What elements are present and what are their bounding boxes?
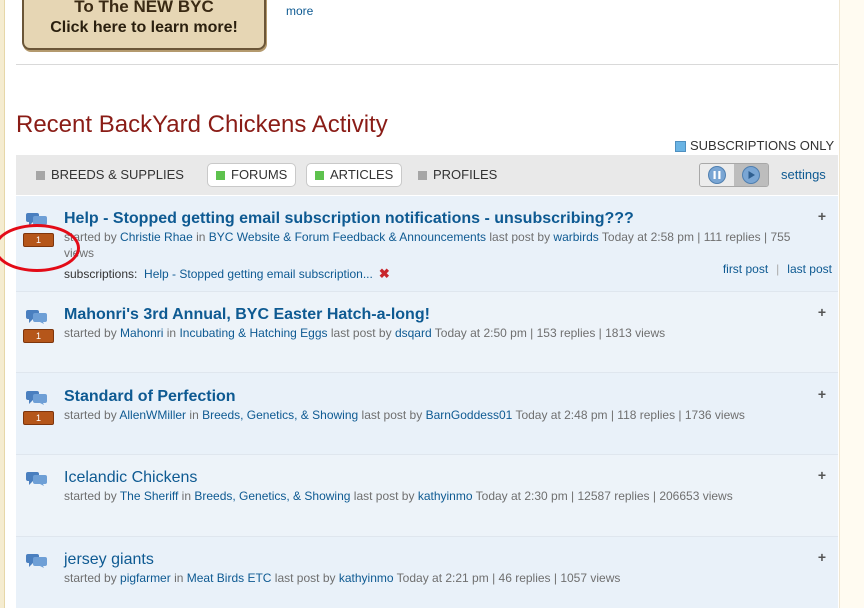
- in-label: in: [189, 408, 199, 422]
- author-link[interactable]: AllenWMiller: [119, 408, 186, 422]
- more-link[interactable]: more: [286, 4, 313, 18]
- divider: [16, 64, 838, 65]
- discussion-icon: [26, 310, 47, 324]
- tab-label: FORUMS: [231, 167, 288, 182]
- expand-icon[interactable]: +: [818, 549, 826, 565]
- last-post-label: last post by: [353, 489, 415, 503]
- last-poster-link[interactable]: kathyinmo: [418, 489, 473, 503]
- settings-link[interactable]: settings: [781, 167, 826, 182]
- page-left-border: [0, 0, 5, 608]
- thread-row: Icelandic Chickens started by The Sherif…: [16, 455, 838, 537]
- page-right-border: [839, 0, 864, 608]
- last-poster-link[interactable]: dsqard: [395, 326, 432, 340]
- thread-title[interactable]: Help - Stopped getting email subscriptio…: [64, 210, 634, 228]
- promo-line-1: To The NEW BYC: [74, 0, 214, 16]
- thread-title[interactable]: jersey giants: [64, 551, 154, 569]
- expand-icon[interactable]: +: [818, 208, 826, 224]
- forum-link[interactable]: Incubating & Hatching Eggs: [179, 326, 327, 340]
- pause-button[interactable]: [700, 164, 734, 186]
- thread-stats: Today at 2:30 pm | 12587 replies | 20665…: [475, 489, 733, 503]
- author-link[interactable]: pigfarmer: [120, 571, 171, 585]
- filter-on-icon: [216, 171, 225, 181]
- started-by-label: started by: [64, 408, 117, 422]
- last-post-label: last post by: [274, 571, 336, 585]
- thread-stats: Today at 2:21 pm | 46 replies | 1057 vie…: [396, 571, 621, 585]
- started-by-label: started by: [64, 489, 117, 503]
- discussion-icon: [26, 554, 47, 568]
- first-post-link[interactable]: first post: [723, 262, 768, 276]
- tab-breeds-supplies[interactable]: BREEDS & SUPPLIES: [36, 164, 184, 186]
- thread-row: 1 Help - Stopped getting email subscript…: [16, 196, 838, 292]
- thread-meta: started by AllenWMiller in Breeds, Genet…: [64, 407, 745, 423]
- last-poster-link[interactable]: kathyinmo: [339, 571, 394, 585]
- last-post-label: last post by: [361, 408, 423, 422]
- started-by-label: started by: [64, 326, 117, 340]
- last-poster-link[interactable]: BarnGoddess01: [426, 408, 513, 422]
- tab-articles[interactable]: ARTICLES: [306, 163, 403, 187]
- forum-link[interactable]: Breeds, Genetics, & Showing: [194, 489, 350, 503]
- forum-link[interactable]: Meat Birds ETC: [187, 571, 272, 585]
- last-post-label: last post by: [489, 230, 551, 244]
- author-link[interactable]: Christie Rhae: [120, 230, 193, 244]
- remove-subscription-icon[interactable]: ✖: [379, 266, 390, 281]
- tab-label: PROFILES: [433, 167, 498, 182]
- subscriptions-only-toggle[interactable]: SUBSCRIPTIONS ONLY: [675, 138, 834, 153]
- discussion-icon: [26, 472, 47, 486]
- thread-row: 1 Standard of Perfection started by Alle…: [16, 373, 838, 455]
- page-title: Recent BackYard Chickens Activity: [16, 111, 388, 138]
- thread-title[interactable]: Icelandic Chickens: [64, 469, 197, 487]
- subscriptions-label: subscriptions:: [64, 267, 138, 281]
- filter-on-icon: [315, 171, 324, 181]
- thread-row: 1 Mahonri's 3rd Annual, BYC Easter Hatch…: [16, 292, 838, 373]
- play-button[interactable]: [734, 164, 768, 186]
- thread-stats: Today at 2:50 pm | 153 replies | 1813 vi…: [434, 326, 666, 340]
- expand-icon[interactable]: +: [818, 304, 826, 320]
- live-feed-controls: [699, 163, 769, 187]
- forum-link[interactable]: Breeds, Genetics, & Showing: [202, 408, 358, 422]
- author-link[interactable]: Mahonri: [120, 326, 163, 340]
- subscription-line: subscriptions: Help - Stopped getting em…: [64, 266, 390, 282]
- subscriptions-only-label: SUBSCRIPTIONS ONLY: [690, 138, 835, 153]
- author-link[interactable]: The Sheriff: [120, 489, 178, 503]
- thread-title[interactable]: Standard of Perfection: [64, 388, 236, 406]
- in-label: in: [181, 489, 191, 503]
- promo-line-2: Click here to learn more!: [50, 19, 238, 36]
- in-label: in: [196, 230, 206, 244]
- last-poster-link[interactable]: warbirds: [553, 230, 598, 244]
- subscription-link[interactable]: Help - Stopped getting email subscriptio…: [144, 267, 373, 281]
- unread-count-badge: 1: [23, 411, 54, 425]
- checkbox-icon: [675, 141, 686, 153]
- thread-title[interactable]: Mahonri's 3rd Annual, BYC Easter Hatch-a…: [64, 306, 430, 324]
- started-by-label: started by: [64, 571, 117, 585]
- play-icon: [742, 166, 760, 184]
- filter-off-icon: [418, 171, 427, 181]
- forum-link[interactable]: BYC Website & Forum Feedback & Announcem…: [209, 230, 486, 244]
- thread-stats: Today at 2:48 pm | 118 replies | 1736 vi…: [515, 408, 745, 422]
- post-nav-links: first post | last post: [723, 262, 832, 276]
- last-post-link[interactable]: last post: [787, 262, 832, 276]
- thread-meta: started by The Sheriff in Breeds, Geneti…: [64, 488, 733, 504]
- tab-label: ARTICLES: [330, 167, 394, 182]
- tab-label: BREEDS & SUPPLIES: [51, 167, 184, 182]
- tab-profiles[interactable]: PROFILES: [418, 164, 497, 186]
- thread-meta: started by Christie Rhae in BYC Website …: [64, 229, 794, 261]
- last-post-label: last post by: [330, 326, 392, 340]
- tab-forums[interactable]: FORUMS: [207, 163, 297, 187]
- thread-meta: started by pigfarmer in Meat Birds ETC l…: [64, 570, 620, 586]
- filter-off-icon: [36, 171, 45, 181]
- new-byc-promo-banner[interactable]: To The NEW BYC Click here to learn more!: [22, 0, 266, 50]
- unread-count-badge: 1: [23, 329, 54, 343]
- discussion-icon: [26, 391, 47, 405]
- pause-icon: [708, 166, 726, 184]
- expand-icon[interactable]: +: [818, 467, 826, 483]
- expand-icon[interactable]: +: [818, 386, 826, 402]
- thread-row: jersey giants started by pigfarmer in Me…: [16, 537, 838, 608]
- in-label: in: [174, 571, 184, 585]
- in-label: in: [166, 326, 177, 340]
- thread-meta: started by Mahonri in Incubating & Hatch…: [64, 325, 665, 341]
- separator: |: [776, 262, 780, 276]
